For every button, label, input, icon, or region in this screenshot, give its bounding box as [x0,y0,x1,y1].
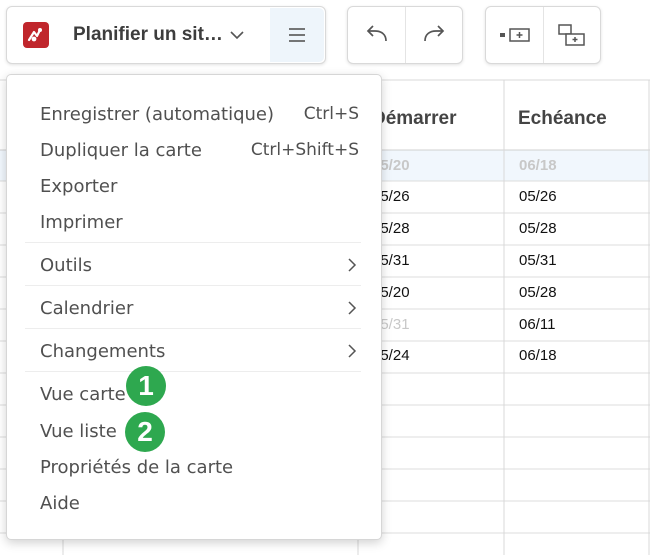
step-badge-2: 2 [125,412,165,452]
main-menu-dropdown: Enregistrer (automatique) Ctrl+S Dupliqu… [6,74,382,540]
menu-item-label: Dupliquer la carte [40,139,202,161]
menu-item-export[interactable]: Exporter [40,170,359,202]
map-title[interactable]: Planifier un sit… [73,24,223,46]
menu-item-save[interactable]: Enregistrer (automatique) Ctrl+S [40,98,359,130]
cell-due[interactable]: 06/18 [519,157,557,174]
menu-item-map-view[interactable]: Vue carte [40,378,359,410]
chevron-right-icon [348,344,357,358]
hamburger-menu-button[interactable] [270,8,324,62]
column-header-start[interactable]: Démarrer [372,108,457,130]
menu-item-label: Vue liste [40,420,117,442]
menu-item-duplicate[interactable]: Dupliquer la carte Ctrl+Shift+S [40,134,359,166]
shortcut-label: Ctrl+Shift+S [250,140,359,160]
add-sibling-topic-icon [499,28,530,42]
cell-due[interactable]: 05/31 [519,252,557,269]
menu-item-help[interactable]: Aide [40,487,359,519]
step-badge-1: 1 [126,366,166,406]
menu-item-list-view[interactable]: Vue liste [40,415,359,447]
menu-item-label: Outils [40,254,93,276]
menu-item-label: Aide [40,492,80,514]
hamburger-menu-icon [289,28,305,42]
redo-icon [424,25,445,42]
main-toolbar: Planifier un sit… [6,6,326,64]
chevron-down-icon[interactable] [227,25,247,45]
chevron-right-icon [348,301,357,315]
history-toolbar [347,6,463,64]
menu-item-label: Enregistrer (automatique) [40,103,275,125]
menu-item-label: Calendrier [40,297,134,319]
menu-item-changes[interactable]: Changements [40,335,359,367]
menu-item-label: Changements [40,340,166,362]
undo-icon [366,25,387,42]
add-subtopic-button[interactable] [543,7,600,63]
cell-due[interactable]: 05/26 [519,188,557,205]
menu-item-label: Propriétés de la carte [40,456,234,478]
menu-item-map-properties[interactable]: Propriétés de la carte [40,451,359,483]
add-sibling-topic-button[interactable] [486,7,543,63]
menu-separator [25,371,361,372]
chevron-right-icon [348,258,357,272]
menu-item-tools[interactable]: Outils [40,249,359,281]
cell-due[interactable]: 06/18 [519,347,557,364]
add-subtopic-icon [558,24,585,46]
menu-item-calendar[interactable]: Calendrier [40,292,359,324]
cell-due[interactable]: 06/11 [519,316,555,333]
menu-item-label: Exporter [40,175,118,197]
undo-button[interactable] [348,7,405,63]
menu-separator [25,242,361,243]
menu-item-print[interactable]: Imprimer [40,206,359,238]
shortcut-label: Ctrl+S [303,104,359,124]
menu-separator [25,285,361,286]
cell-due[interactable]: 05/28 [519,284,557,301]
mindmap-app-logo-icon[interactable] [23,22,49,48]
menu-item-label: Imprimer [40,211,123,233]
cell-due[interactable]: 05/28 [519,220,557,237]
menu-item-label: Vue carte [40,383,126,405]
menu-separator [25,328,361,329]
column-header-due[interactable]: Echéance [518,108,607,130]
redo-button[interactable] [405,7,462,63]
insert-toolbar [485,6,601,64]
